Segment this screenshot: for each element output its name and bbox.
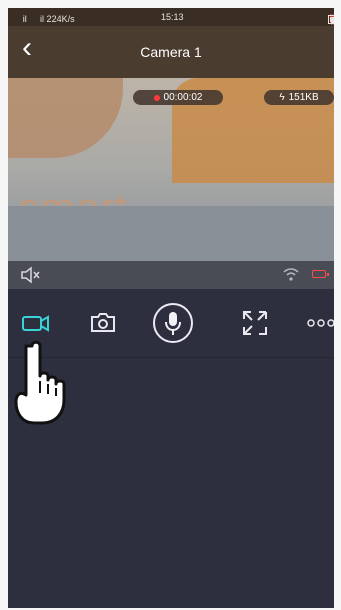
more-icon — [307, 319, 334, 327]
expand-icon — [243, 311, 267, 335]
pointing-hand-icon — [14, 340, 66, 425]
camera-preview[interactable]: smart 00:00:02 ϟ 151KB — [8, 78, 334, 261]
status-bar: ᅟ il ᅟ il 224K/s 15:13 ⏰ — [8, 8, 334, 26]
snapshot-button[interactable] — [81, 301, 125, 345]
phone-screen: ᅟ il ᅟ il 224K/s 15:13 ⏰ ‹ Camera 1 smar… — [8, 8, 334, 608]
video-background-shape — [8, 78, 123, 158]
video-floor — [8, 206, 334, 261]
battery-icon — [328, 15, 334, 24]
speaker-muted-icon[interactable] — [20, 265, 42, 285]
camera-icon — [91, 313, 115, 332]
page-title: Camera 1 — [140, 44, 202, 60]
network-status: ᅟ il ᅟ il 224K/s — [12, 14, 75, 24]
wifi-icon — [283, 268, 299, 281]
video-status-toolbar — [8, 261, 334, 289]
app-header: ‹ Camera 1 — [8, 26, 334, 78]
video-camera-icon — [22, 315, 49, 332]
recording-timer: 00:00:02 — [133, 90, 223, 105]
microphone-icon — [153, 303, 193, 343]
fullscreen-button[interactable] — [233, 301, 277, 345]
status-time: 15:13 — [161, 12, 184, 22]
data-size-badge: ϟ 151KB — [264, 90, 334, 105]
talk-button[interactable] — [151, 301, 195, 345]
recording-time: 00:00:02 — [163, 92, 203, 103]
more-button[interactable] — [299, 301, 334, 345]
recording-dot-icon — [153, 94, 160, 101]
bolt-icon: ϟ — [279, 92, 285, 103]
data-size-text: 151KB — [288, 92, 319, 103]
microphone-glyph-icon — [165, 312, 181, 335]
low-battery-icon — [312, 270, 329, 278]
